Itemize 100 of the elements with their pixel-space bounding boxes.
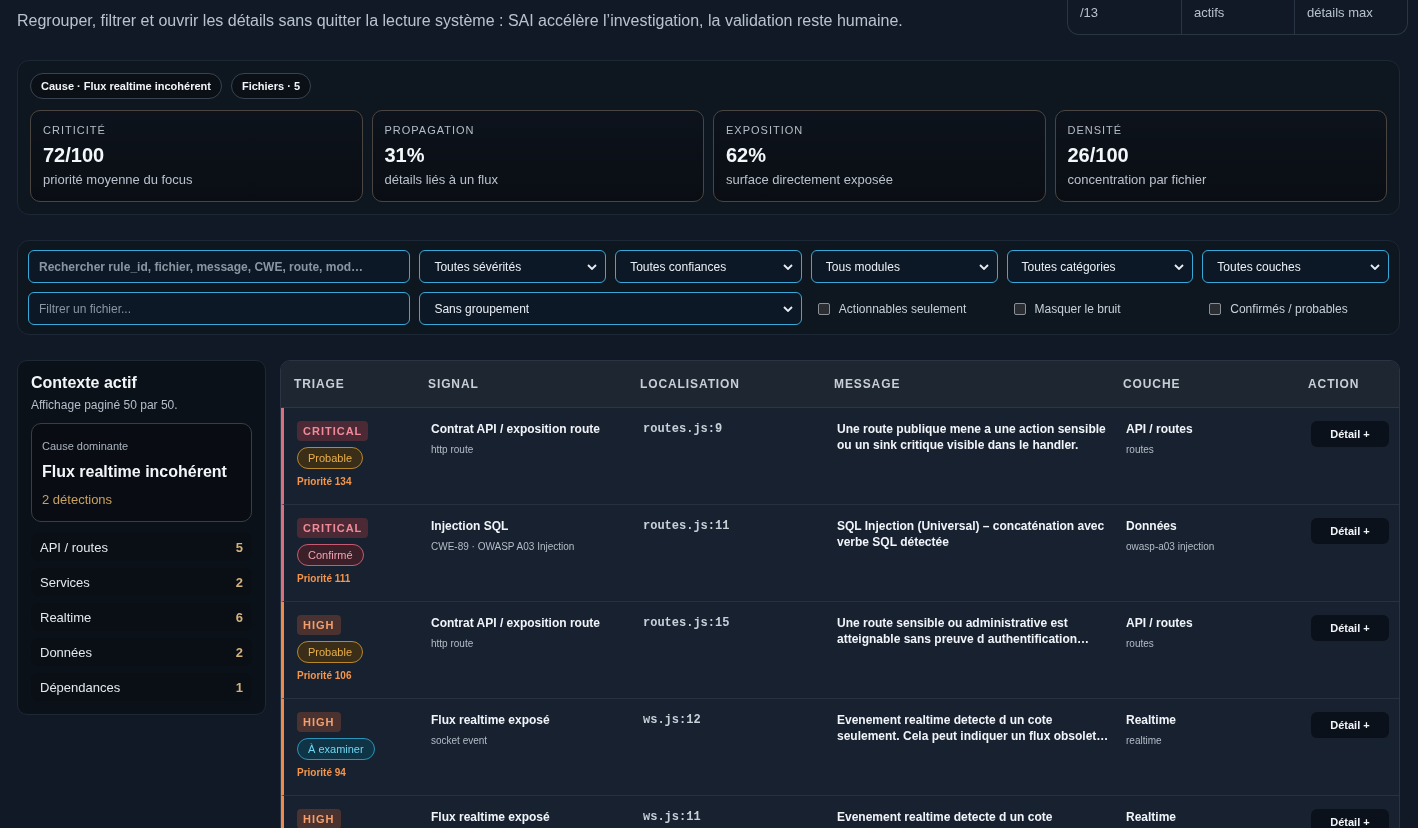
cause-label: Cause dominante: [42, 440, 130, 453]
search-field[interactable]: Rechercher rule_id, fichier, message, CWE, route, mod…: [28, 250, 411, 283]
filter-dropdown[interactable]: Toutes catégories: [1006, 250, 1194, 283]
checkbox[interactable]: [1209, 302, 1222, 315]
detail-button[interactable]: Détail +: [1311, 809, 1389, 828]
severity-tag: HIGH: [297, 615, 341, 635]
layer-item-name: API / routes: [40, 539, 108, 555]
detail-button[interactable]: Détail +: [1311, 712, 1389, 738]
file-location: ws.js:12: [643, 712, 701, 728]
message-text: Une route sensible ou administrative est atteignable sans preuve d authentification…: [837, 615, 1091, 647]
metric-label: DENSITÉ: [1067, 123, 1124, 137]
chevron-icon: [1370, 263, 1380, 270]
chevron-icon: [782, 263, 793, 270]
metric-label: CRITICITÉ: [43, 123, 107, 137]
stat-label: /13: [1079, 4, 1100, 22]
stat-label: détails max: [1294, 0, 1407, 34]
column-header: SIGNAL: [428, 377, 480, 391]
metric-value: 62%: [726, 143, 768, 167]
column-header: ACTION: [1308, 377, 1361, 391]
layer-name: Realtime: [1126, 712, 1177, 728]
cause-title: Flux realtime incohérent: [42, 462, 228, 481]
layer-detail: routes: [1126, 638, 1154, 650]
metric-label: EXPOSITION: [726, 123, 805, 137]
checkbox[interactable]: [817, 302, 830, 315]
checkbox-label[interactable]: Confirmés / probables: [1230, 301, 1348, 316]
filter-dropdown[interactable]: Toutes confiances: [615, 250, 802, 283]
severity-tag: HIGH: [297, 809, 341, 828]
layer-detail: routes: [1126, 444, 1154, 456]
metric-value: 26/100: [1067, 143, 1130, 167]
layer-item-name: Données: [40, 644, 93, 660]
file-location: routes.js:15: [643, 615, 730, 631]
message-text: Une route publique mene a une action sensible ou un sink critique visible dans le handler.: [837, 421, 1107, 453]
detail-button[interactable]: Détail +: [1311, 518, 1389, 544]
metric-caption: détails liés à un flux: [384, 172, 499, 188]
sidebar-title: Contexte actif: [31, 373, 138, 393]
filter-dropdown[interactable]: Tous modules: [810, 250, 998, 283]
grouping-dropdown[interactable]: Sans groupement: [419, 292, 802, 325]
metric-caption: surface directement exposée: [726, 172, 894, 188]
layer-item-count: 2: [235, 644, 243, 660]
severity-tag: CRITICAL: [297, 518, 369, 538]
layer-name: API / routes: [1126, 421, 1193, 437]
sidebar-subtitle: Affichage paginé 50 par 50.: [31, 398, 179, 412]
signal-title: Contrat API / exposition route: [431, 615, 600, 631]
severity-tag: CRITICAL: [297, 421, 369, 441]
signal-detail: http route: [431, 444, 474, 456]
metric-caption: concentration par fichier: [1067, 172, 1208, 188]
layer-name: Données: [1126, 518, 1177, 534]
message-text: Evenement realtime detecte d un cote seulement. Cela peut indiquer un flux obsolet…: [837, 712, 1110, 744]
file-location: routes.js:9: [643, 421, 723, 437]
signal-detail: http route: [431, 638, 474, 650]
filter-dropdown[interactable]: Toutes couches: [1202, 250, 1389, 283]
chevron-icon: [1174, 263, 1185, 270]
layer-item-name: Realtime: [40, 609, 92, 625]
page-subtitle: Regrouper, filtrer et ouvrir les détails sans quitter la lecture système : SAI accélère l’investigation, la validation reste humaine.: [17, 12, 903, 30]
signal-title: Flux realtime exposé: [431, 809, 550, 825]
metric-caption: priorité moyenne du focus: [43, 172, 194, 188]
checkbox-label[interactable]: Masquer le bruit: [1034, 301, 1121, 316]
signal-detail: socket event: [431, 735, 488, 747]
context-chip: Fichiers · 5: [230, 73, 311, 99]
detail-button[interactable]: Détail +: [1311, 615, 1389, 641]
layer-detail: realtime: [1126, 735, 1162, 747]
confidence-tag: Confirmé: [297, 544, 364, 566]
column-header: LOCALISATION: [640, 377, 741, 391]
metric-value: 31%: [384, 143, 426, 167]
layer-item-name: Services: [40, 574, 90, 590]
detail-button[interactable]: Détail +: [1311, 421, 1389, 447]
layer-item-count: 2: [235, 574, 243, 590]
confidence-tag: Probable: [297, 447, 364, 469]
context-chip: Cause · Flux realtime incohérent: [30, 73, 222, 99]
message-text: Evenement realtime detecte d un cote: [837, 809, 1053, 825]
chevron-icon: [978, 263, 989, 270]
layer-name: Realtime: [1126, 809, 1177, 825]
message-text: SQL Injection (Universal) – concaténation avec verbe SQL détectée: [837, 518, 1106, 550]
priority-label: Priorité 94: [297, 767, 346, 779]
confidence-tag: Probable: [297, 641, 364, 663]
file-location: ws.js:11: [643, 809, 701, 825]
layer-item-count: 5: [235, 539, 243, 555]
checkbox[interactable]: [1013, 302, 1026, 315]
chevron-icon: [782, 305, 793, 312]
signal-title: Flux realtime exposé: [431, 712, 550, 728]
file-filter-field[interactable]: Filtrer un fichier...: [28, 292, 411, 325]
priority-label: Priorité 134: [297, 476, 352, 488]
signal-title: Injection SQL: [431, 518, 509, 534]
stat-label: actifs: [1181, 0, 1294, 34]
cause-count: 2 détections: [42, 492, 114, 507]
chevron-icon: [587, 263, 598, 270]
severity-tag: HIGH: [297, 712, 341, 732]
metric-label: PROPAGATION: [384, 123, 476, 137]
filter-dropdown[interactable]: Toutes sévérités: [419, 250, 607, 283]
layer-item-count: 6: [235, 609, 243, 625]
priority-label: Priorité 106: [297, 670, 352, 682]
column-header: MESSAGE: [834, 377, 902, 391]
column-header: COUCHE: [1123, 377, 1182, 391]
priority-label: Priorité 111: [297, 573, 351, 585]
checkbox-label[interactable]: Actionnables seulement: [838, 301, 967, 316]
metric-value: 72/100: [43, 143, 106, 167]
layer-detail: owasp-a03 injection: [1126, 541, 1215, 553]
column-header: TRIAGE: [294, 377, 346, 391]
signal-detail: CWE-89 · OWASP A03 Injection: [431, 541, 575, 553]
layer-item-name: Dépendances: [40, 679, 121, 695]
